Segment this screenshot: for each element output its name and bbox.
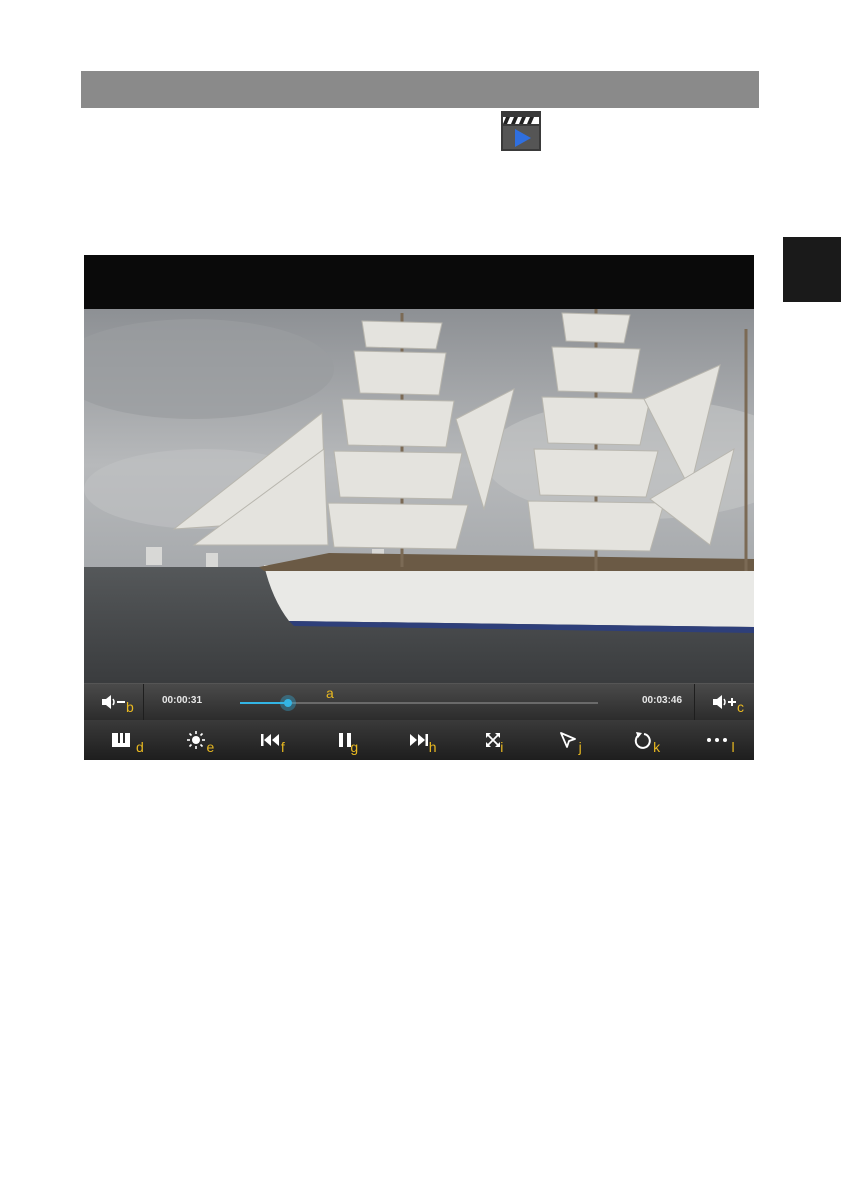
next-track-icon xyxy=(409,734,428,746)
volume-down-icon xyxy=(101,695,125,709)
cursor-icon xyxy=(559,732,576,748)
playback-progress-bar: b 00:00:31 a 00:03:46 c xyxy=(84,683,754,720)
video-player-clapperboard-icon xyxy=(501,111,541,151)
cursor-button[interactable]: j xyxy=(531,720,605,760)
fullscreen-icon xyxy=(486,733,501,747)
seek-bar[interactable] xyxy=(240,695,598,711)
seek-bar-thumb[interactable] xyxy=(280,695,297,711)
pause-button[interactable]: g xyxy=(307,720,381,760)
volume-down-button[interactable]: b xyxy=(84,684,144,720)
callout-d: d xyxy=(136,739,144,755)
callout-f: f xyxy=(280,739,285,755)
callout-j: j xyxy=(578,739,582,755)
volume-up-icon xyxy=(712,695,736,709)
callout-g: g xyxy=(350,739,359,755)
callout-c: c xyxy=(737,699,744,715)
player-control-bar: d e f g h i j k l xyxy=(84,720,754,760)
callout-k: k xyxy=(653,739,661,755)
player-top-bar xyxy=(84,255,754,309)
total-time: 00:03:46 xyxy=(642,695,683,706)
chapter-tab xyxy=(783,237,841,302)
repeat-icon xyxy=(635,732,651,749)
callout-i: i xyxy=(500,739,504,755)
previous-button[interactable]: f xyxy=(233,720,307,760)
next-button[interactable]: h xyxy=(382,720,456,760)
callout-b: b xyxy=(126,699,134,715)
callout-l: l xyxy=(731,739,735,755)
callout-h: h xyxy=(428,739,437,755)
callout-a: a xyxy=(326,685,334,701)
callout-e: e xyxy=(206,739,215,755)
video-frame-sailing-ship[interactable] xyxy=(84,309,754,683)
more-options-button[interactable]: l xyxy=(680,720,754,760)
pause-icon xyxy=(338,733,351,747)
brightness-button[interactable]: e xyxy=(158,720,232,760)
current-time: 00:00:31 xyxy=(162,695,203,706)
bookmark-button[interactable]: d xyxy=(84,720,158,760)
brightness-icon xyxy=(186,731,205,749)
repeat-button[interactable]: k xyxy=(605,720,679,760)
bookmark-icon xyxy=(112,733,131,747)
previous-track-icon xyxy=(261,734,280,746)
fullscreen-button[interactable]: i xyxy=(456,720,530,760)
more-options-icon xyxy=(706,738,727,742)
volume-up-button[interactable]: c xyxy=(694,684,754,720)
section-header-bar xyxy=(81,71,759,108)
video-player: b 00:00:31 a 00:03:46 c d e f g h i j k … xyxy=(84,255,754,760)
